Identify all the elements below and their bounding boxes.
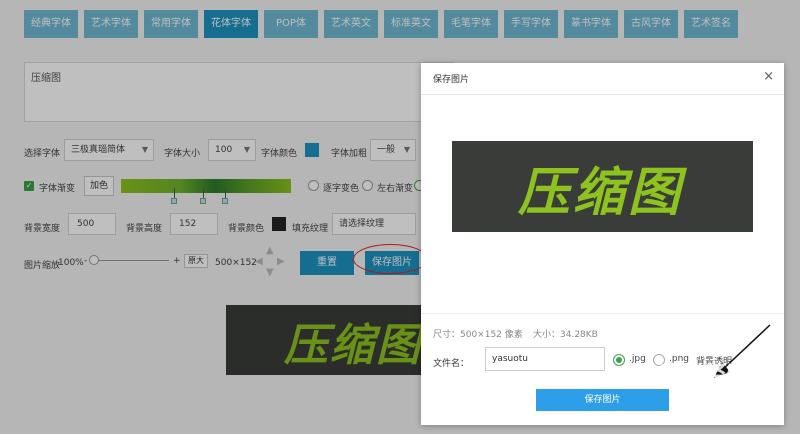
file-size-info: 大小：34.28KB [533,330,598,340]
dialog-preview-text: 压缩图 [518,163,684,223]
image-size-info: 尺寸：500×152 像素 [433,330,523,340]
divider [421,94,784,95]
close-icon[interactable]: × [763,69,774,84]
filename-label: 文件名： [433,359,470,369]
dialog-preview-image: 压缩图 [452,141,753,232]
watermark-url: jingyan.baidu.com [678,402,780,415]
dialog-title: 保存图片 [433,75,470,85]
watermark-logo: Baidu经验 [622,361,747,389]
dialog-save-button[interactable]: 保存图片 [536,389,669,411]
filename-input[interactable]: yasuotu [485,347,605,371]
divider [421,313,784,314]
